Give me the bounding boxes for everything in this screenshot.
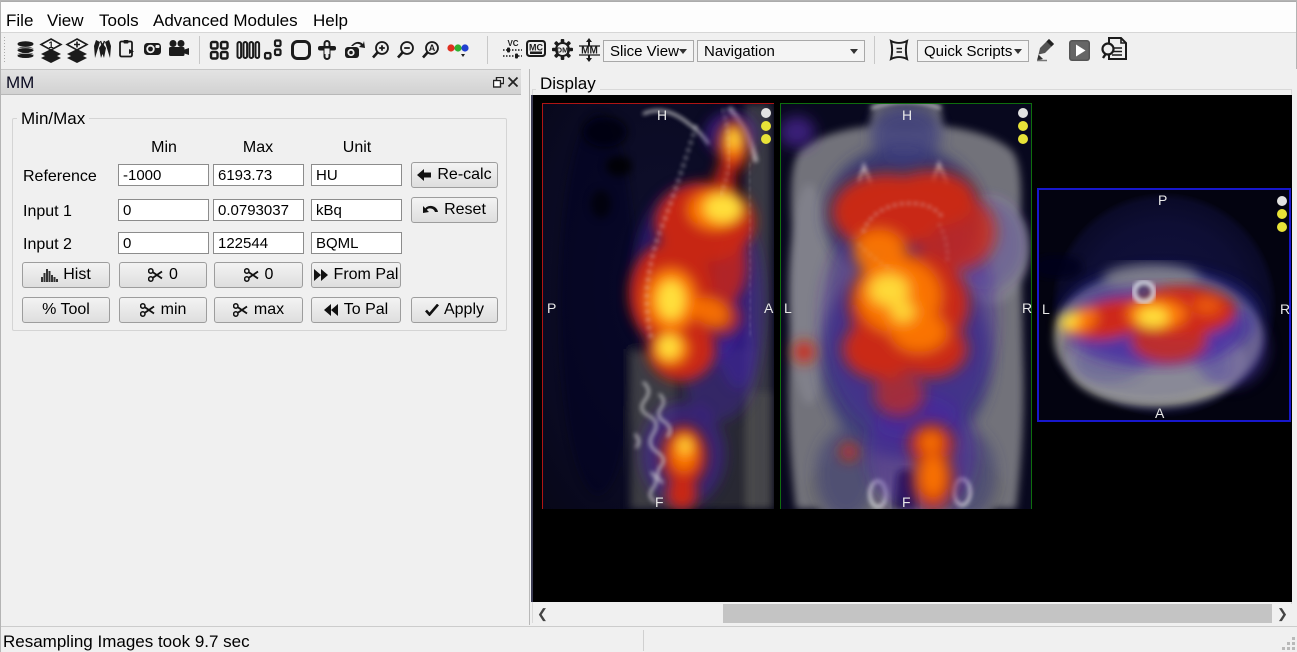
- svg-text:MC: MC: [529, 43, 543, 53]
- svg-text:A: A: [429, 43, 436, 53]
- svg-text:DM: DM: [557, 46, 569, 55]
- svg-text:VC: VC: [507, 39, 518, 48]
- svg-text:1: 1: [48, 40, 53, 50]
